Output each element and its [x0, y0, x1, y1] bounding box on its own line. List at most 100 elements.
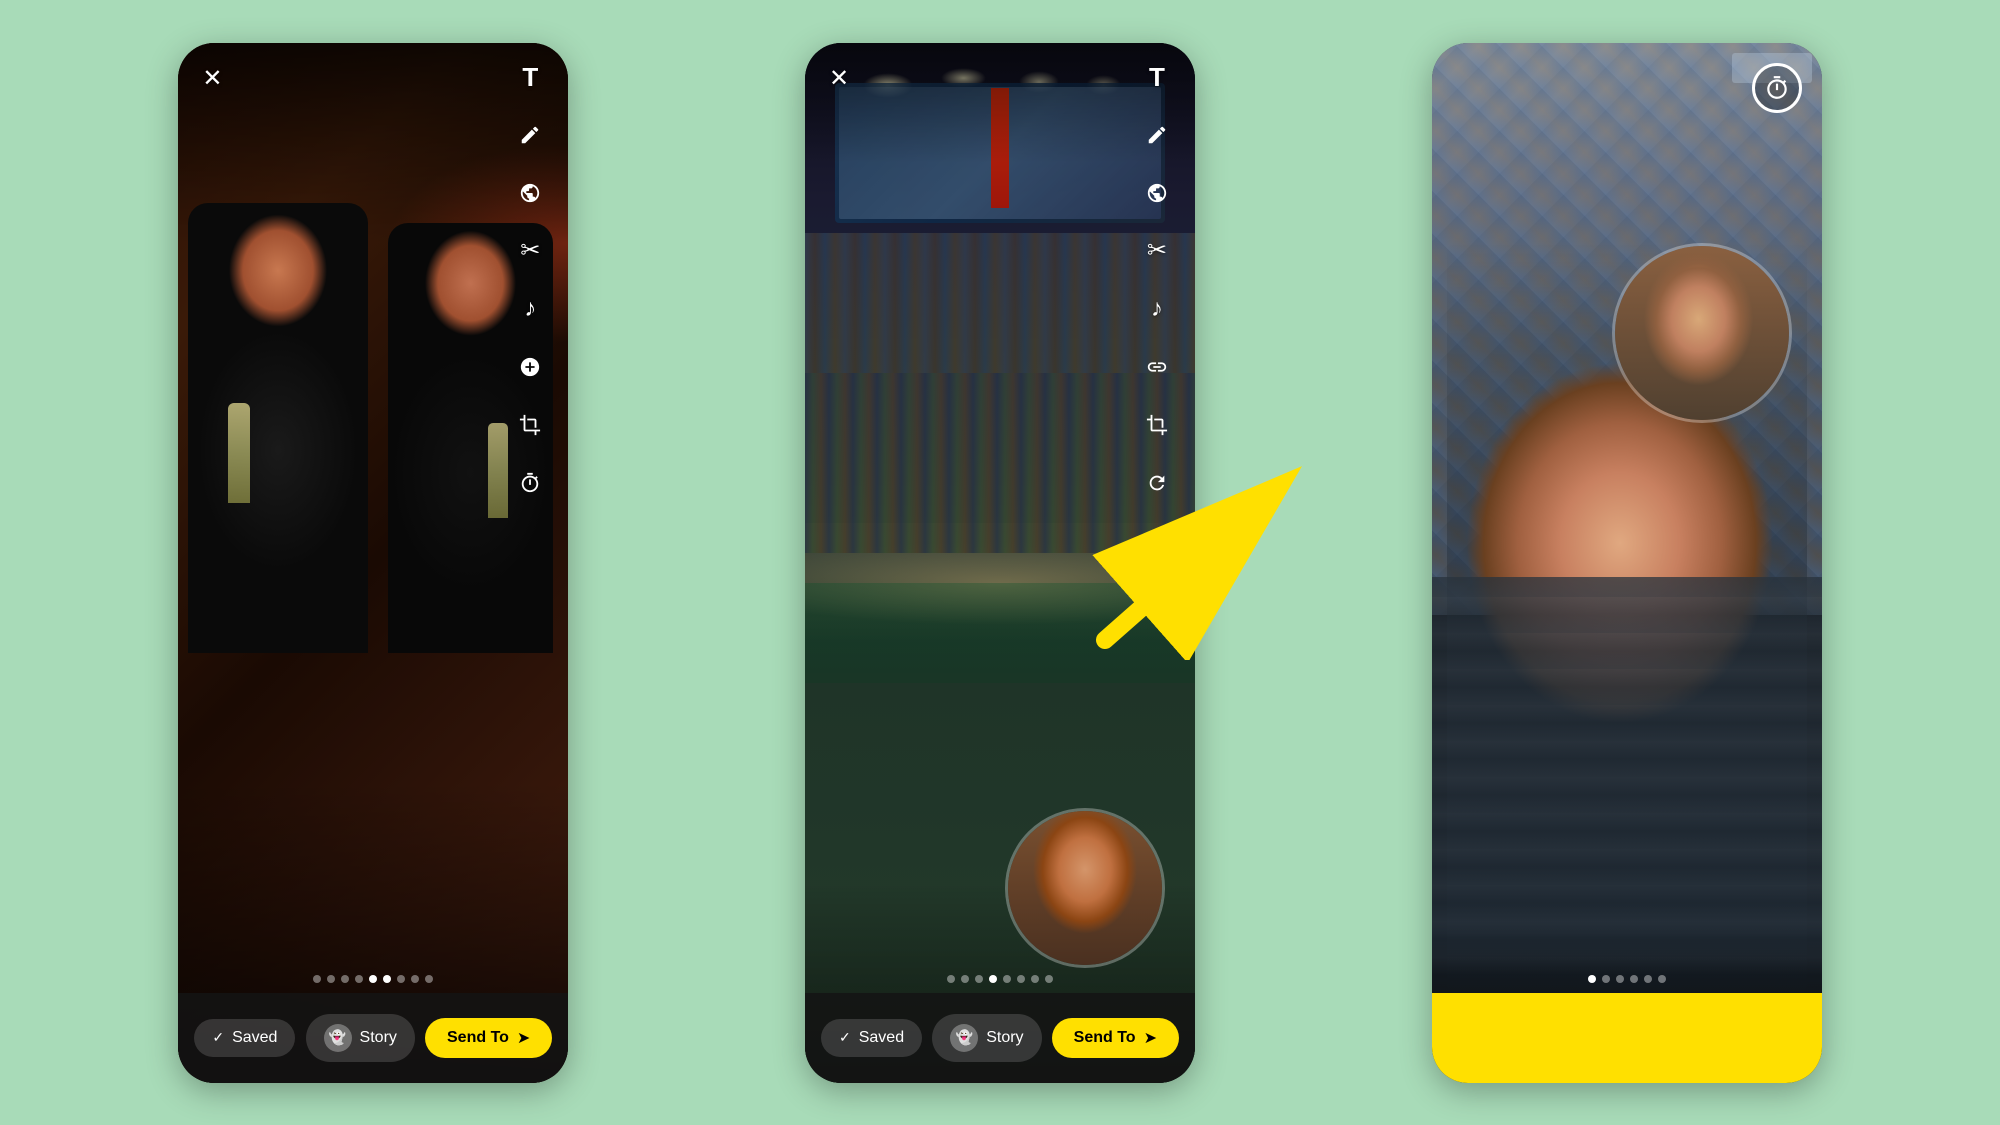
dot-4	[355, 975, 363, 983]
phone-2-progress	[805, 975, 1195, 983]
lower-crowd	[805, 373, 1195, 553]
dot-8	[411, 975, 419, 983]
dot3-6	[1658, 975, 1666, 983]
crop-icon-2	[1146, 414, 1168, 436]
phone-1-toolbar: T ✂ ♪	[512, 59, 548, 501]
sticker-tool-btn[interactable]	[512, 175, 548, 211]
dot-3	[341, 975, 349, 983]
phone-1-close-btn[interactable]: ✕	[202, 67, 222, 91]
phone-3-scene	[1432, 43, 1822, 1083]
dot3-2	[1602, 975, 1610, 983]
timer-btn[interactable]	[1752, 63, 1802, 113]
dot2-5	[1003, 975, 1011, 983]
phone-2-content: ✕ T ✂ ♪	[805, 43, 1195, 1083]
phone-3-progress	[1432, 975, 1822, 983]
dot-1	[313, 975, 321, 983]
sticker-tool-btn-2[interactable]	[1139, 175, 1175, 211]
phone-2-toolbar: T ✂ ♪	[1139, 59, 1175, 501]
seat-bottom	[1432, 577, 1822, 993]
story-label-2: Story	[986, 1029, 1023, 1047]
selfie-face-3	[1615, 246, 1789, 420]
saved-btn-2[interactable]: ✓ Saved	[821, 1019, 922, 1057]
phone-3-selfie-circle	[1612, 243, 1792, 423]
crop-tool-btn-2[interactable]	[1139, 407, 1175, 443]
phone-2: ✕ T ✂ ♪	[805, 43, 1195, 1083]
check-icon: ✓	[212, 1029, 224, 1046]
dot-5	[369, 975, 377, 983]
send-label: Send To	[447, 1029, 509, 1047]
saved-btn[interactable]: ✓ Saved	[194, 1019, 295, 1057]
upper-crowd	[805, 233, 1195, 373]
story-ghost-icon-2: 👻	[950, 1024, 978, 1052]
send-arrow-icon-2: ➤	[1144, 1028, 1157, 1048]
saved-label: Saved	[232, 1029, 277, 1047]
person-left	[188, 203, 368, 653]
bottle-right	[488, 423, 508, 518]
scissors-tool-btn[interactable]: ✂	[512, 233, 548, 269]
selfie-face	[1008, 811, 1162, 965]
music-tool-btn[interactable]: ♪	[512, 291, 548, 327]
close-icon[interactable]: ✕	[202, 65, 222, 92]
link-tool-btn[interactable]	[1139, 349, 1175, 385]
dot3-1	[1588, 975, 1596, 983]
timer-tool-btn[interactable]	[512, 465, 548, 501]
dot2-3	[975, 975, 983, 983]
close-icon-2[interactable]: ✕	[829, 65, 849, 92]
seat-pattern	[1432, 577, 1822, 993]
dot-7	[397, 975, 405, 983]
phone-1: ✕ T ✂ ♪	[178, 43, 568, 1083]
bottle-left	[228, 403, 250, 503]
story-label: Story	[360, 1029, 397, 1047]
timer-icon	[519, 472, 541, 494]
story-btn[interactable]: 👻 Story	[306, 1014, 415, 1062]
check-icon-2: ✓	[839, 1029, 851, 1046]
pen-icon	[519, 124, 541, 146]
phone-1-progress	[178, 975, 568, 983]
pen-icon-2	[1146, 124, 1168, 146]
story-btn-2[interactable]: 👻 Story	[932, 1014, 1041, 1062]
music-tool-btn-2[interactable]: ♪	[1139, 291, 1175, 327]
dot2-6	[1017, 975, 1025, 983]
story-ghost-icon: 👻	[324, 1024, 352, 1052]
screenshot-container: ✕ T ✂ ♪	[0, 0, 2000, 1125]
top-vignette2	[805, 43, 1195, 163]
phone-2-close-btn[interactable]: ✕	[829, 67, 849, 91]
sticker-icon-2	[1146, 182, 1168, 204]
sticker-icon	[519, 182, 541, 204]
send-arrow-icon: ➤	[517, 1028, 530, 1048]
dot-9	[425, 975, 433, 983]
link-icon	[1146, 356, 1168, 378]
text-tool-btn[interactable]: T	[512, 59, 548, 95]
players-area	[805, 583, 1195, 683]
dot2-2	[961, 975, 969, 983]
phone-2-selfie-circle	[1005, 808, 1165, 968]
seat-top-vignette	[1432, 933, 1822, 993]
refresh-tool-btn[interactable]	[1139, 465, 1175, 501]
dot3-5	[1644, 975, 1652, 983]
yellow-bottom-bar	[1432, 993, 1822, 1083]
phone-3-content	[1432, 43, 1822, 1083]
send-to-btn[interactable]: Send To ➤	[425, 1018, 552, 1058]
scissors-tool-btn-2[interactable]: ✂	[1139, 233, 1175, 269]
refresh-icon	[1146, 472, 1168, 494]
phone-1-scene	[178, 43, 568, 1083]
crop-tool-btn[interactable]	[512, 407, 548, 443]
phone-3	[1432, 43, 1822, 1083]
dot-6	[383, 975, 391, 983]
phone-2-bottom-bar: ✓ Saved 👻 Story Send To ➤	[805, 993, 1195, 1083]
saved-label-2: Saved	[859, 1029, 904, 1047]
phone-1-content: ✕ T ✂ ♪	[178, 43, 568, 1083]
phone-1-bottom-bar: ✓ Saved 👻 Story Send To ➤	[178, 993, 568, 1083]
dot2-4	[989, 975, 997, 983]
send-to-btn-2[interactable]: Send To ➤	[1052, 1018, 1179, 1058]
send-label-2: Send To	[1074, 1029, 1136, 1047]
text-tool-btn-2[interactable]: T	[1139, 59, 1175, 95]
sticker2-icon	[519, 356, 541, 378]
pen-tool-btn-2[interactable]	[1139, 117, 1175, 153]
pen-tool-btn[interactable]	[512, 117, 548, 153]
crop-icon	[519, 414, 541, 436]
dot3-4	[1630, 975, 1638, 983]
dot-2	[327, 975, 335, 983]
sticker2-tool-btn[interactable]	[512, 349, 548, 385]
dot2-7	[1031, 975, 1039, 983]
